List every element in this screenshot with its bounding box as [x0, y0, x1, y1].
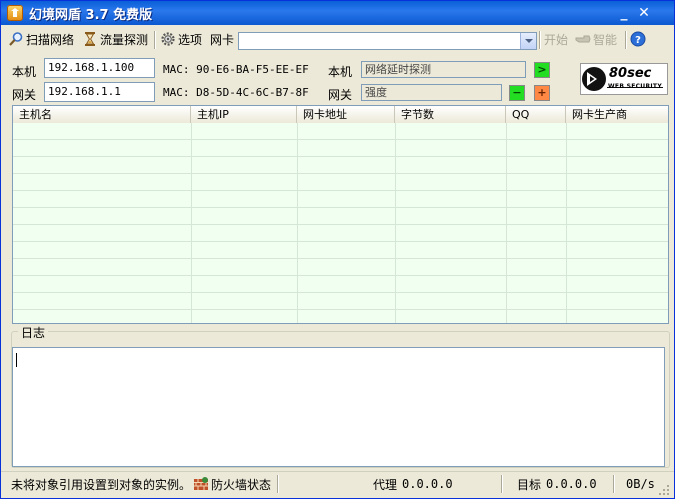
- strength-field: 强度: [361, 84, 502, 101]
- options-label: 选项: [178, 33, 203, 47]
- local-mac-prefix: MAC:: [163, 63, 190, 76]
- gear-icon: [160, 31, 176, 47]
- title-bar[interactable]: 幻境网盾 3.7 免费版 _ ✕: [1, 1, 674, 25]
- column-divider: [297, 123, 298, 323]
- traffic-probe-label: 流量探测: [100, 33, 149, 47]
- app-window: 幻境网盾 3.7 免费版 _ ✕ 扫描网络 流量探测 选项 网卡 开始 智能 ?…: [0, 0, 675, 499]
- toolbar-separator: [625, 31, 627, 49]
- probe-go-button[interactable]: >: [534, 62, 550, 78]
- status-message: 未将对象引用设置到对象的实例。: [11, 478, 192, 492]
- options-button[interactable]: 选项: [160, 30, 202, 50]
- text-caret: [16, 353, 17, 367]
- table-row[interactable]: [13, 123, 668, 140]
- magnifier-icon: [8, 31, 24, 47]
- speed-value: 0B/s: [626, 477, 655, 491]
- local-mac-value: 90-E6-BA-F5-EE-EF: [196, 63, 309, 76]
- column-header-hostname[interactable]: 主机名: [13, 106, 191, 123]
- target-value: 0.0.0.0: [546, 477, 597, 491]
- 80sec-logo: 80sec WEB SECURITY: [580, 63, 668, 95]
- table-row[interactable]: [13, 310, 668, 323]
- local-mac: MAC: 90-E6-BA-F5-EE-EF: [163, 63, 309, 76]
- firewall-status[interactable]: 防火墙状态: [193, 476, 271, 493]
- gateway-mac: MAC: D8-5D-4C-6C-B7-8F: [163, 86, 309, 99]
- pointing-hand-icon: [575, 31, 591, 47]
- nic-select[interactable]: [238, 32, 537, 50]
- nic-label: 网卡: [210, 33, 235, 47]
- table-row[interactable]: [13, 174, 668, 191]
- firewall-status-label: 防火墙状态: [211, 478, 272, 492]
- strength-increase-button[interactable]: +: [534, 85, 550, 101]
- scan-network-button[interactable]: 扫描网络: [8, 30, 74, 50]
- table-row[interactable]: [13, 208, 668, 225]
- hourglass-icon: [82, 31, 98, 47]
- traffic-probe-button[interactable]: 流量探测: [82, 30, 148, 50]
- table-row[interactable]: [13, 276, 668, 293]
- column-divider: [191, 123, 192, 323]
- logo-title: 80sec: [609, 66, 652, 81]
- column-header-host-ip[interactable]: 主机IP: [191, 106, 297, 123]
- table-row[interactable]: [13, 242, 668, 259]
- gateway-ip-field[interactable]: 192.168.1.1: [44, 82, 155, 102]
- target-label: 目标: [517, 478, 542, 492]
- column-divider: [566, 123, 567, 323]
- scan-network-label: 扫描网络: [26, 33, 75, 47]
- help-button[interactable]: ?: [630, 30, 648, 50]
- smart-button[interactable]: 智能: [575, 30, 617, 50]
- log-textarea[interactable]: [12, 347, 665, 467]
- column-header-vendor[interactable]: 网卡生产商: [566, 106, 668, 123]
- column-divider: [395, 123, 396, 323]
- table-row[interactable]: [13, 259, 668, 276]
- status-separator: [277, 475, 279, 493]
- column-header-mac[interactable]: 网卡地址: [297, 106, 395, 123]
- status-separator: [613, 475, 615, 493]
- local-ip-field[interactable]: 192.168.1.100: [44, 58, 155, 78]
- column-divider: [506, 123, 507, 323]
- strength-decrease-button[interactable]: −: [509, 85, 525, 101]
- log-title: 日志: [18, 324, 49, 341]
- status-bar: 未将对象引用设置到对象的实例。 防火墙状态 代理 0.0.0.0 目标 0.0.…: [1, 471, 674, 499]
- table-header: 主机名 主机IP 网卡地址 字节数 QQ 网卡生产商: [13, 106, 668, 124]
- probe-label: 本机: [328, 65, 353, 79]
- column-header-qq[interactable]: QQ: [506, 106, 566, 123]
- close-button[interactable]: ✕: [635, 5, 653, 21]
- window-title: 幻境网盾 3.7 免费版: [29, 8, 153, 23]
- strength-label: 网关: [328, 88, 353, 102]
- gateway-mac-value: D8-5D-4C-6C-B7-8F: [196, 86, 309, 99]
- help-icon: ?: [630, 31, 646, 47]
- table-row[interactable]: [13, 225, 668, 242]
- proxy-value: 0.0.0.0: [402, 477, 453, 491]
- proxy-label: 代理: [373, 478, 398, 492]
- firewall-icon: [193, 476, 209, 492]
- start-button[interactable]: 开始: [544, 30, 568, 50]
- shield-app-icon: [7, 5, 23, 21]
- toolbar-separator: [539, 31, 541, 49]
- host-table[interactable]: 主机名 主机IP 网卡地址 字节数 QQ 网卡生产商: [12, 105, 669, 324]
- status-separator: [501, 475, 503, 493]
- local-label: 本机: [12, 65, 37, 79]
- minimize-button[interactable]: _: [615, 5, 633, 21]
- table-row[interactable]: [13, 140, 668, 157]
- smart-label: 智能: [593, 33, 618, 47]
- gateway-mac-prefix: MAC:: [163, 86, 190, 99]
- latency-probe-field: 网络延时探测: [361, 61, 526, 78]
- svg-text:?: ?: [635, 35, 641, 46]
- column-header-bytes[interactable]: 字节数: [395, 106, 506, 123]
- resize-grip-icon[interactable]: [659, 484, 669, 495]
- table-row[interactable]: [13, 293, 668, 310]
- toolbar-separator: [154, 31, 156, 49]
- logo-subtitle: WEB SECURITY: [608, 83, 662, 90]
- gateway-label: 网关: [12, 88, 37, 102]
- chevron-down-icon[interactable]: [520, 33, 536, 49]
- table-row[interactable]: [13, 157, 668, 174]
- table-row[interactable]: [13, 191, 668, 208]
